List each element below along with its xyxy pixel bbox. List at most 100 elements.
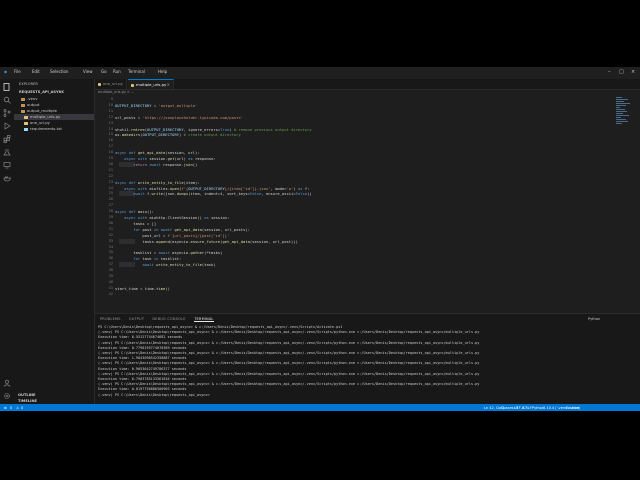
code-line[interactable]: await write_entity_to_file(task) [115, 262, 215, 267]
line-number: 32 [108, 232, 113, 237]
line-number: 42 [108, 291, 113, 296]
line-number: 28 [108, 209, 113, 214]
line-number: 40 [108, 279, 113, 284]
line-number: 10 [108, 102, 113, 107]
minimap-line [616, 107, 620, 108]
warnings-count[interactable]: 0 [21, 406, 23, 410]
close-tab-icon[interactable]: × [167, 80, 170, 90]
panel-tab-problems[interactable]: PROBLEMS [100, 317, 121, 321]
explorer-icon[interactable] [3, 83, 11, 91]
panel-tab-output[interactable]: OUTPUT [129, 317, 144, 321]
line-number: 41 [108, 285, 113, 290]
run-debug-icon[interactable] [3, 122, 11, 130]
python-file-icon [24, 115, 28, 119]
folder-icon [21, 109, 25, 113]
menu-go[interactable]: Go [101, 69, 107, 74]
code-line[interactable]: async with aiofiles.open(f'{OUTPUT_DIREC… [115, 186, 309, 191]
code-line[interactable]: OUTPUT_DIRECTORY = 'output_multiple' [115, 103, 197, 108]
minimize-icon[interactable]: – [608, 69, 611, 75]
line-number: 36 [108, 256, 113, 261]
code-editor[interactable]: 9 10 OUTPUT_DIRECTORY = 'output_multiple' 1… [95, 95, 615, 313]
remote-icon[interactable] [3, 161, 11, 169]
menu-selection[interactable]: Selection [50, 69, 68, 74]
account-icon[interactable] [3, 379, 11, 387]
code-line[interactable]: post_url = f'{url_posts}/{post["id"]}' [115, 233, 229, 238]
terminal-line: (.venv) PS C:\Users\Denis\Desktop\reques… [98, 330, 480, 335]
menu-help[interactable]: Help [158, 69, 167, 74]
line-number: 31 [108, 226, 113, 231]
code-line[interactable]: async with session.get(url) as response: [115, 156, 215, 161]
minimap-line [616, 113, 623, 114]
terminal-line: (.venv) PS C:\Users\Denis\Desktop\reques… [98, 340, 480, 345]
vscode-logo-icon: ◆ [4, 69, 8, 74]
code-line[interactable]: async def get_api_data(session, url): [115, 150, 200, 155]
folder-icon [21, 97, 25, 101]
menu-view[interactable]: View [83, 69, 93, 74]
line-number: 39 [108, 274, 113, 278]
line-number: 12 [108, 114, 113, 119]
workspace-folder[interactable]: REQUESTS_API_ASYNC [19, 90, 64, 94]
minimap-line [616, 111, 627, 112]
minimap[interactable] [615, 95, 633, 135]
warning-icon: ⚠ [16, 405, 20, 410]
code-line[interactable]: async def main(): [115, 209, 154, 214]
terminal-line: (.venv) PS C:\Users\Denis\Desktop\reques… [98, 392, 212, 397]
code-line[interactable]: os.makedirs(OUTPUT_DIRECTORY) # create o… [115, 132, 241, 137]
code-line[interactable]: for task in tasklist: [115, 256, 181, 261]
code-line[interactable]: tasklist = await asyncio.gather(*tasks) [115, 250, 222, 255]
breadcrumb[interactable]: multiple_urls.py > ... [98, 90, 134, 94]
editor-scrollbar[interactable] [634, 95, 639, 313]
code-line[interactable]: await f.write(json.dumps(item, indent=4,… [115, 191, 311, 196]
search-icon[interactable] [3, 96, 11, 104]
terminal-line: (.venv) PS C:\Users\Denis\Desktop\reques… [98, 351, 480, 355]
code-line[interactable]: async with aiohttp.ClientSession() as se… [115, 215, 229, 220]
panel-tab-debug-console[interactable]: DEBUG CONSOLE [152, 317, 185, 321]
menu-file[interactable]: File [14, 69, 21, 74]
code-line[interactable]: async def write_entity_to_file(item): [115, 180, 200, 185]
tree-item-label: .venv [27, 96, 38, 101]
text-file-icon [24, 127, 28, 131]
code-line[interactable]: return await response.json() [115, 162, 197, 167]
line-number: 38 [108, 268, 113, 273]
tree-item-label: multiple_urls.py [30, 114, 61, 119]
errors-count[interactable]: 0 [10, 406, 12, 410]
terminal-shell-label[interactable]: Python [588, 317, 600, 321]
code-line[interactable]: shutil.rmtree(OUTPUT_DIRECTORY, ignore_e… [115, 127, 312, 132]
menu-edit[interactable]: Edit [32, 69, 40, 74]
tab-multiple-urls[interactable]: multiple_urls.py × [128, 79, 174, 89]
menu-run[interactable]: Run [113, 69, 121, 74]
settings-icon[interactable] [3, 392, 11, 400]
panel-tab-terminal[interactable]: TERMINAL [194, 317, 214, 322]
source-control-icon[interactable] [3, 109, 11, 117]
extensions-icon[interactable] [3, 135, 11, 143]
remote-indicator-icon[interactable]: ⊗ [4, 406, 7, 410]
line-number: 19 [108, 156, 113, 160]
line-number: 14 [108, 126, 113, 131]
minimap-line [616, 99, 628, 100]
status-item[interactable]: Go Live [566, 406, 579, 410]
terminal-line: Execution time: 0.8197756886500903 secon… [98, 387, 187, 392]
terminal-line: Execution time: 0.55127744674682 seconds [98, 335, 183, 340]
terminal-line: (.venv) PS C:\Users\Denis\Desktop\reques… [98, 361, 480, 366]
code-line[interactable]: start_time = time.time() [115, 286, 170, 291]
code-line[interactable]: tasks.append(asyncio.ensure_future(get_a… [115, 239, 298, 244]
testing-icon[interactable] [3, 148, 11, 156]
docker-icon[interactable] [3, 174, 11, 182]
line-number: 16 [108, 138, 113, 143]
activity-bar [0, 79, 15, 404]
terminal-line: PS C:\Users\Denis\Desktop\requests_api_a… [98, 325, 343, 329]
line-number: 35 [108, 250, 113, 255]
tree-item[interactable]: requirements.txt [14, 126, 94, 132]
line-number: 33 [108, 238, 113, 243]
close-icon[interactable]: × [631, 69, 635, 75]
tab-one-url[interactable]: one_url.py [95, 79, 127, 89]
code-line[interactable]: url_posts = 'https://jsonplaceholder.typ… [115, 115, 243, 120]
terminal-line: Execution time: 0.9053642749786377 secon… [98, 366, 187, 371]
maximize-icon[interactable]: □ [619, 69, 624, 75]
code-line[interactable]: tasks = [] [115, 221, 156, 226]
status-item[interactable]: CRLF [523, 406, 532, 410]
menu-terminal[interactable]: Terminal [128, 69, 145, 74]
python-file-icon [98, 82, 101, 86]
terminal-line: (.venv) PS C:\Users\Denis\Desktop\reques… [98, 371, 480, 376]
code-line[interactable]: for post in await get_api_data(session, … [115, 227, 250, 232]
